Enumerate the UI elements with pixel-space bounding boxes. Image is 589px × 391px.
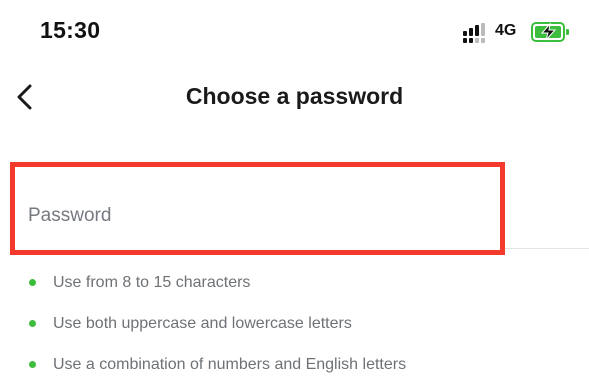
rule-text: Use both uppercase and lowercase letters bbox=[53, 315, 352, 332]
network-type-label: 4G bbox=[495, 22, 517, 39]
cellular-signal-icon bbox=[463, 23, 485, 43]
navigation-bar: Choose a password bbox=[0, 70, 589, 124]
list-item: Use a combination of numbers and English… bbox=[0, 350, 589, 391]
rule-text: Use a combination of numbers and English… bbox=[53, 356, 407, 373]
field-divider bbox=[505, 248, 589, 249]
list-item: Use both uppercase and lowercase letters bbox=[0, 309, 589, 350]
status-bar: 15:30 4G bbox=[0, 0, 589, 64]
battery-charging-icon bbox=[531, 22, 569, 42]
password-field-highlight[interactable] bbox=[10, 162, 505, 255]
bullet-icon bbox=[29, 279, 36, 286]
password-input[interactable] bbox=[28, 205, 488, 227]
page-title: Choose a password bbox=[185, 83, 404, 109]
status-time: 15:30 bbox=[40, 17, 101, 43]
rule-text: Use from 8 to 15 characters bbox=[53, 274, 251, 291]
password-rules-list: Use from 8 to 15 characters Use both upp… bbox=[0, 268, 589, 391]
bullet-icon bbox=[29, 320, 36, 327]
list-item: Use from 8 to 15 characters bbox=[0, 268, 589, 309]
bullet-icon bbox=[29, 361, 36, 368]
